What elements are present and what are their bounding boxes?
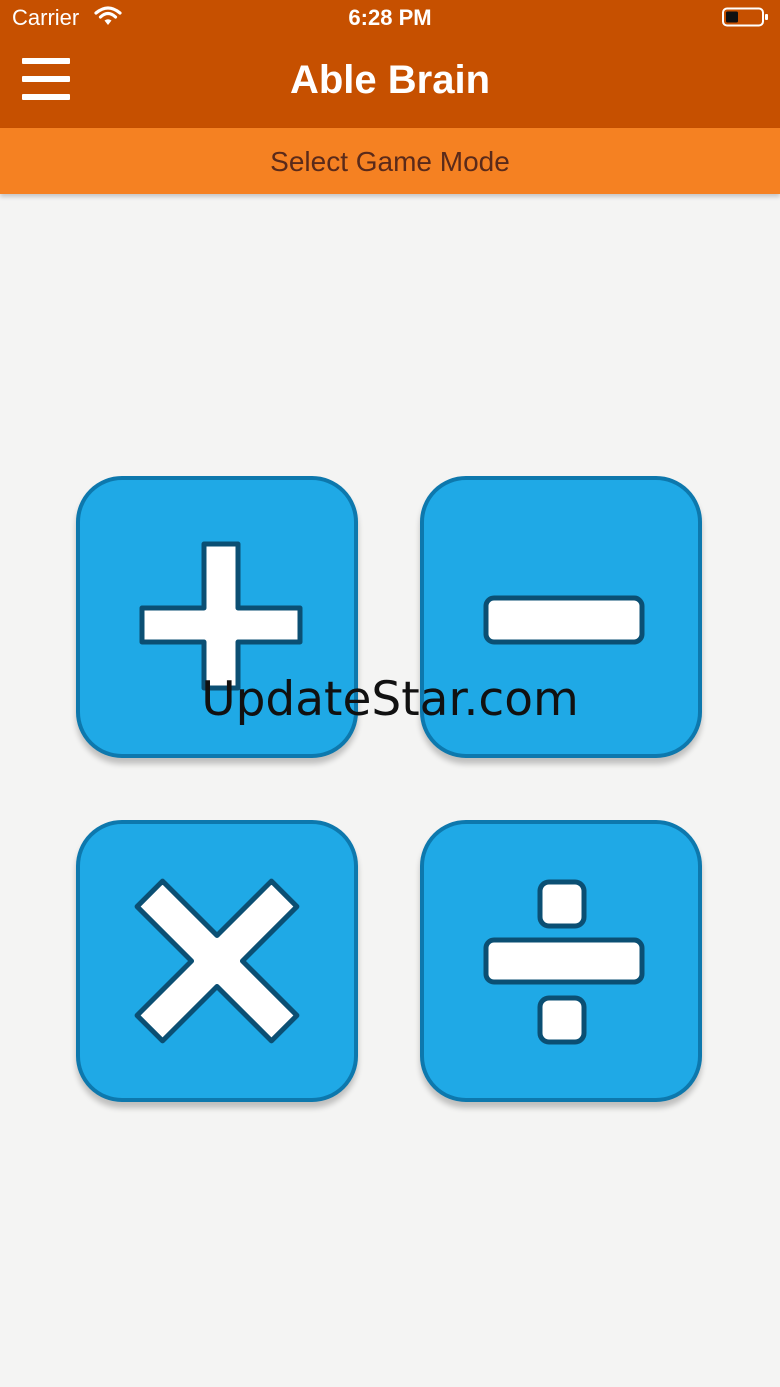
clock-time: 6:28 PM — [348, 5, 432, 30]
addition-mode-button[interactable] — [76, 476, 358, 758]
multiplication-mode-button[interactable] — [76, 820, 358, 1102]
status-bar: Carrier 6:28 PM — [0, 0, 780, 36]
divide-icon — [483, 879, 645, 1045]
game-mode-header: Select Game Mode — [0, 128, 780, 194]
navigation-bar: Able Brain — [0, 36, 780, 128]
battery-icon — [722, 7, 768, 27]
subtraction-mode-button[interactable] — [420, 476, 702, 758]
division-mode-button[interactable] — [420, 820, 702, 1102]
minus-icon — [483, 595, 645, 645]
multiply-icon — [134, 878, 300, 1044]
game-mode-header-title: Select Game Mode — [270, 146, 510, 177]
plus-icon — [139, 541, 303, 691]
app-title: Able Brain — [289, 58, 491, 102]
